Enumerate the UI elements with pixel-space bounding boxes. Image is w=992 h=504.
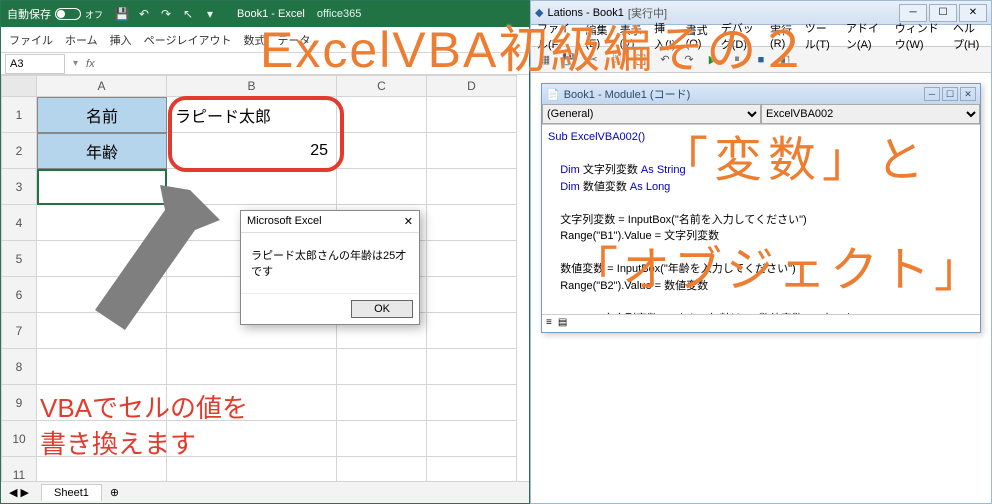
cell-a2[interactable]: 年齢 [37,133,167,169]
col-header-a[interactable]: A [37,75,167,97]
close-icon[interactable]: ✕ [960,87,976,101]
tab-nav-icon[interactable]: ◀ ▶ [9,486,29,499]
cell[interactable] [427,385,517,421]
cell-d2[interactable] [427,133,517,169]
autosave-toggle[interactable]: 自動保存 オフ [7,6,103,22]
module-icon: 📄 [546,88,560,101]
view-proc-icon[interactable]: ▤ [558,317,567,328]
select-all-corner[interactable] [1,75,37,97]
tab-layout[interactable]: ページレイアウト [144,32,232,48]
cell[interactable] [337,421,427,457]
cursor-icon[interactable]: ↖ [181,7,195,21]
row-header[interactable]: 8 [1,349,37,385]
ok-button[interactable]: OK [351,300,413,318]
sheet-tab[interactable]: Sheet1 [41,484,102,501]
row-header[interactable]: 6 [1,277,37,313]
menu-help[interactable]: ヘルプ(H) [953,20,985,52]
cell[interactable] [427,313,517,349]
cell-a1[interactable]: 名前 [37,97,167,133]
overlay-subtitle-2: 「オブジェクト」 [570,230,986,300]
menu-addin[interactable]: アドイン(A) [846,20,885,52]
redo-icon[interactable]: ↷ [159,7,173,21]
row-header[interactable]: 7 [1,313,37,349]
cell-b1[interactable]: ラピード太郎 [167,97,337,133]
code-window-titlebar[interactable]: 📄 Book1 - Module1 (コード) ─ ☐ ✕ [542,84,980,104]
overlay-title: ExcelVBA初級編その２ [260,10,810,82]
cell-d1[interactable] [427,97,517,133]
cell-d3[interactable] [427,169,517,205]
cell-b2[interactable]: 25 [167,133,337,169]
arrow-annotation [40,180,240,380]
cell[interactable] [337,349,427,385]
row-header[interactable]: 4 [1,205,37,241]
undo-icon[interactable]: ↶ [137,7,151,21]
row-header[interactable]: 5 [1,241,37,277]
row-header[interactable]: 9 [1,385,37,421]
minimize-icon[interactable]: ─ [924,87,940,101]
overlay-subtitle-1: 「変数」と [660,120,930,190]
messagebox: Microsoft Excel ✕ ラピード太郎さんの年齢は25才です OK [240,210,420,325]
tab-insert[interactable]: 挿入 [110,32,132,48]
save-icon[interactable]: 💾 [115,7,129,21]
sheet-tabs: ◀ ▶ Sheet1 ⊕ [1,481,529,503]
cell[interactable] [427,241,517,277]
cell-c1[interactable] [337,97,427,133]
cell[interactable] [427,205,517,241]
messagebox-title: Microsoft Excel [247,215,322,228]
close-icon[interactable]: ✕ [404,215,413,228]
row-header[interactable]: 1 [1,97,37,133]
autosave-label: 自動保存 [7,6,51,22]
cell-c3[interactable] [337,169,427,205]
messagebox-body: ラピード太郎さんの年齢は25才です [241,233,419,293]
row-header[interactable]: 2 [1,133,37,169]
add-sheet-icon[interactable]: ⊕ [110,486,119,499]
row-header[interactable]: 3 [1,169,37,205]
annotation-text: VBAでセルの値を 書き換えます [40,390,248,463]
autosave-state: オフ [85,8,103,21]
messagebox-titlebar[interactable]: Microsoft Excel ✕ [241,211,419,233]
cell[interactable] [337,385,427,421]
quick-access-toolbar: 💾 ↶ ↷ ↖ ▾ [115,7,217,21]
toggle-switch[interactable] [55,8,81,20]
cell[interactable] [427,421,517,457]
code-window-title: Book1 - Module1 (コード) [564,86,691,102]
cell[interactable] [427,349,517,385]
name-box[interactable]: A3 [5,54,65,74]
tab-file[interactable]: ファイル [9,32,53,48]
maximize-icon[interactable]: ☐ [942,87,958,101]
code-statusbar: ≡ ▤ [542,314,980,330]
cell-c2[interactable] [337,133,427,169]
cell[interactable] [427,277,517,313]
fx-icon[interactable]: fx [86,58,95,70]
menu-window[interactable]: ウィンドウ(W) [895,20,943,52]
view-full-icon[interactable]: ≡ [546,317,552,328]
more-icon[interactable]: ▾ [203,7,217,21]
tab-home[interactable]: ホーム [65,32,98,48]
row-header[interactable]: 10 [1,421,37,457]
